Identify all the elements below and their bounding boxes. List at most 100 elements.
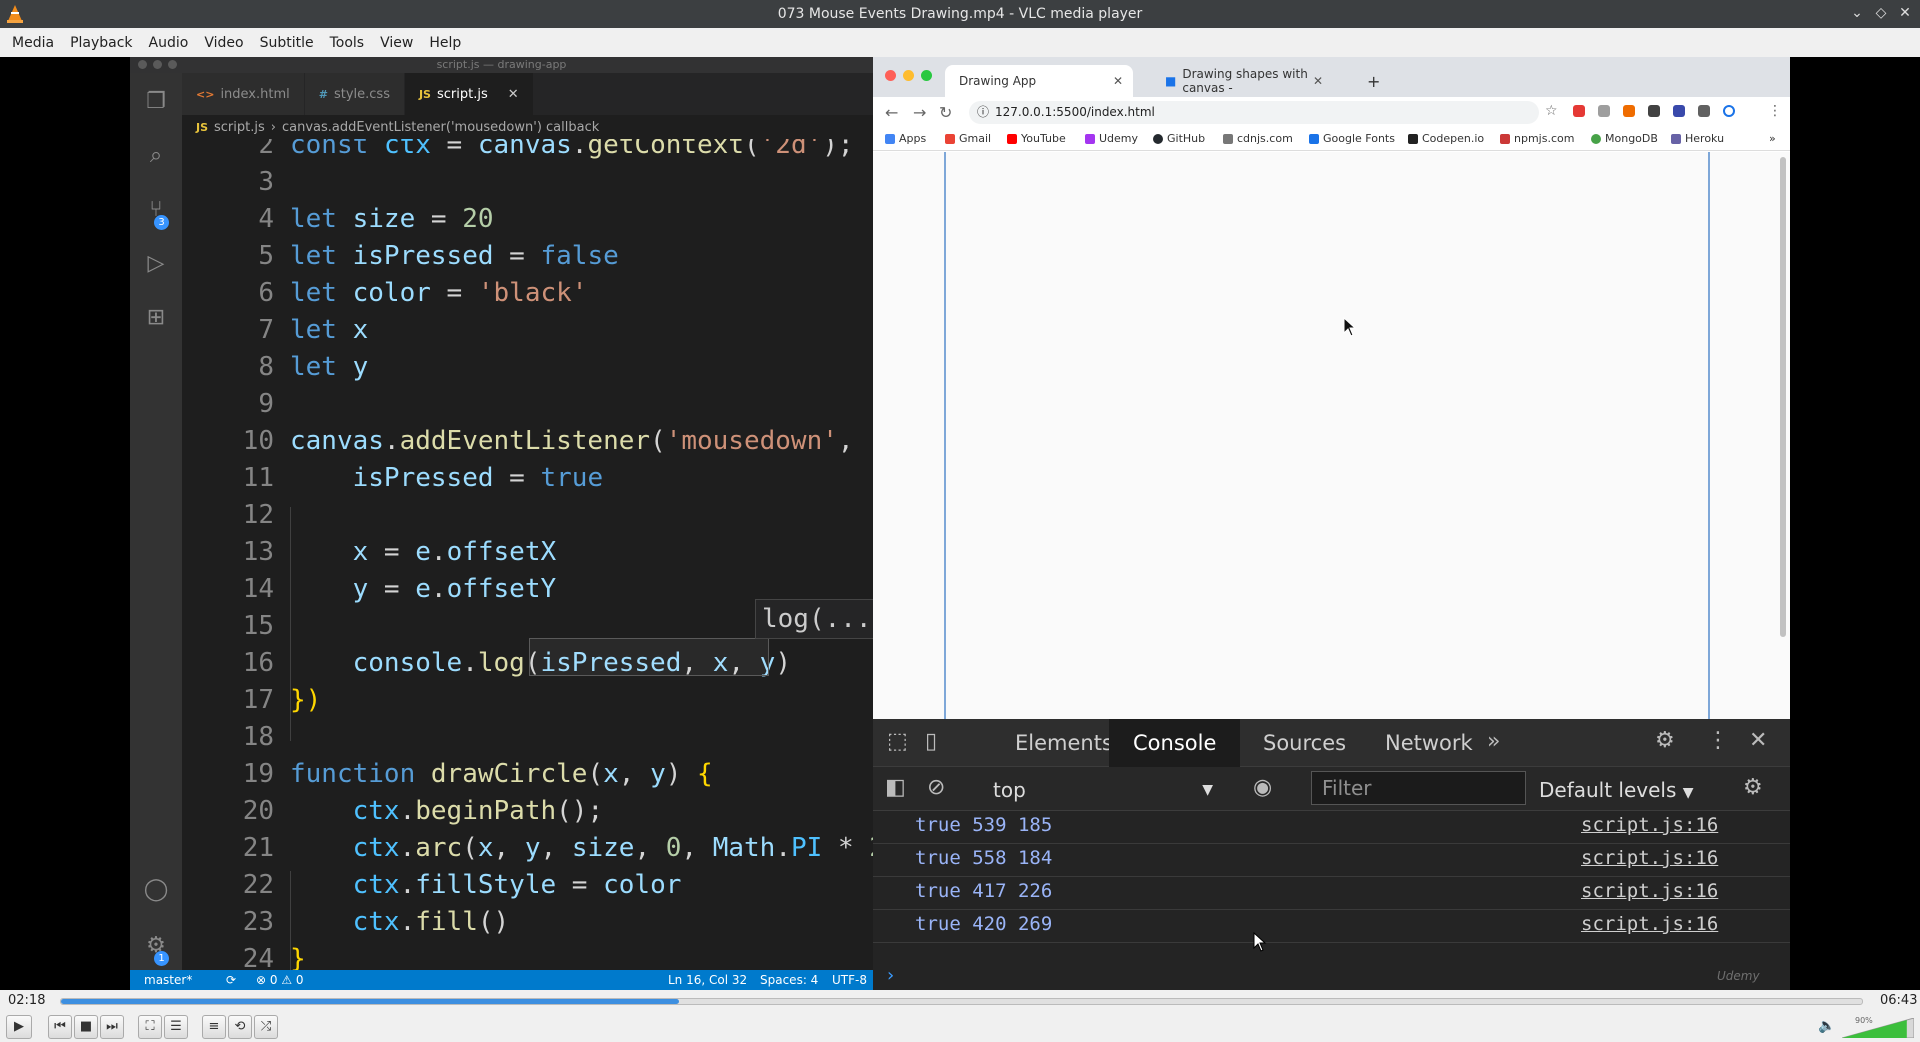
more-bookmarks-icon[interactable]: » (1769, 132, 1776, 145)
menu-tools[interactable]: Tools (322, 35, 373, 51)
source-link[interactable]: script.js:16 (1581, 814, 1718, 836)
tab-style-css[interactable]: # style.css (304, 73, 405, 115)
encoding[interactable]: UTF-8 (832, 973, 867, 987)
play-button[interactable]: ▶ (6, 1015, 32, 1039)
breadcrumb-symbol[interactable]: canvas.addEventListener('mousedown') cal… (282, 120, 599, 135)
loop-button[interactable]: ⟲ (228, 1015, 252, 1039)
extension-icon[interactable] (1673, 105, 1685, 117)
bookmark-star-icon[interactable]: ☆ (1545, 103, 1558, 119)
console-toolbar: ◧ ⊘ top ▼ ◉ Filter Default levels ▼ ⚙ (873, 767, 1790, 811)
log-levels-dropdown[interactable]: Default levels ▼ (1539, 775, 1694, 808)
source-link[interactable]: script.js:16 (1581, 913, 1718, 935)
seek-slider[interactable] (60, 998, 1863, 1005)
more-tabs-icon[interactable]: » (1487, 729, 1500, 754)
inspect-element-icon[interactable]: ⬚ (887, 729, 908, 754)
bookmark-apps[interactable]: Apps (885, 132, 926, 145)
more-options-icon[interactable]: ⋮ (1707, 728, 1729, 753)
tab-sources[interactable]: Sources (1239, 719, 1370, 767)
url-field[interactable]: ⓘ 127.0.0.1:5500/index.html (969, 101, 1539, 124)
minimize-button[interactable]: ⌄ (1850, 4, 1864, 22)
tab-network[interactable]: Network (1361, 719, 1497, 767)
menu-media[interactable]: Media (4, 35, 62, 51)
bookmark-codepen[interactable]: Codepen.io (1408, 132, 1484, 145)
bookmark-udemy[interactable]: Udemy (1085, 132, 1138, 145)
video-frame[interactable]: script.js — drawing-app ❐ ⌕ ⑂ 3 ▷ ⊞ ◯ ⚙ … (0, 57, 1920, 990)
code-line: 6 let color = 'black' (258, 278, 588, 308)
zoom-dot-icon[interactable] (921, 70, 932, 81)
previous-button[interactable]: ⏮ (48, 1015, 72, 1039)
tab-console[interactable]: Console (1109, 719, 1241, 767)
breadcrumb-file[interactable]: script.js (214, 120, 265, 135)
extended-settings-button[interactable]: ☰ (164, 1015, 188, 1039)
menu-help[interactable]: Help (421, 35, 469, 51)
bookmark-npm[interactable]: npmjs.com (1500, 132, 1574, 145)
extension-icon[interactable] (1573, 105, 1585, 117)
problems-indicator[interactable]: ⊗ 0 ⚠ 0 (256, 973, 304, 987)
tab-script-js[interactable]: JS script.js ✕ (404, 73, 534, 115)
speaker-icon[interactable]: 🔈 (1818, 1018, 1835, 1034)
close-tab-icon[interactable]: ✕ (508, 87, 519, 102)
close-tab-icon[interactable]: ✕ (1113, 74, 1123, 88)
extension-icon[interactable] (1623, 105, 1635, 117)
fullscreen-button[interactable]: ⛶ (138, 1015, 162, 1039)
shuffle-button[interactable]: ⤮ (254, 1015, 278, 1039)
browser-tab-mdn[interactable]: ■ Drawing shapes with canvas - ✕ (1151, 65, 1333, 97)
puzzle-icon[interactable] (1698, 105, 1710, 117)
scrollbar[interactable] (1780, 157, 1786, 637)
close-devtools-icon[interactable]: ✕ (1749, 728, 1767, 753)
reload-icon[interactable]: ↻ (939, 103, 952, 122)
new-tab-button[interactable]: + (1359, 65, 1389, 97)
eye-icon[interactable]: ◉ (1253, 775, 1272, 800)
sidebar-toggle-icon[interactable]: ◧ (885, 775, 906, 800)
bookmark-gmail[interactable]: Gmail (945, 132, 991, 145)
stop-button[interactable]: ■ (74, 1015, 98, 1039)
more-menu-icon[interactable]: ⋮ (1768, 103, 1782, 119)
maximize-button[interactable]: ◇ (1874, 4, 1888, 22)
close-button[interactable]: ✕ (1898, 4, 1912, 22)
close-tab-icon[interactable]: ✕ (1313, 74, 1323, 88)
bookmark-github[interactable]: GitHub (1153, 132, 1205, 145)
code-line: 22 ctx.fillStyle = color (242, 870, 682, 900)
filter-input[interactable]: Filter (1311, 771, 1526, 805)
menu-audio[interactable]: Audio (141, 35, 197, 51)
playlist-button[interactable]: ≡ (202, 1015, 226, 1039)
volume-slider[interactable] (1842, 1018, 1914, 1038)
source-link[interactable]: script.js:16 (1581, 847, 1718, 869)
extension-icon[interactable] (1598, 105, 1610, 117)
bookmark-mongodb[interactable]: MongoDB (1591, 132, 1658, 145)
git-branch[interactable]: master* (144, 973, 192, 987)
page-viewport[interactable] (873, 152, 1790, 719)
console-prompt-icon[interactable]: › (887, 965, 894, 986)
code-editor[interactable]: 2 const ctx = canvas.getContext('2d'); 3 … (182, 139, 873, 975)
udemy-icon (1085, 133, 1095, 144)
indentation[interactable]: Spaces: 4 (760, 973, 818, 987)
menu-view[interactable]: View (372, 35, 421, 51)
tab-title: Drawing App (959, 74, 1037, 88)
source-link[interactable]: script.js:16 (1581, 880, 1718, 902)
clear-console-icon[interactable]: ⊘ (927, 775, 945, 800)
browser-tab-bar: Drawing App ✕ ■ Drawing shapes with canv… (873, 57, 1790, 97)
menu-subtitle[interactable]: Subtitle (252, 35, 322, 51)
menu-video[interactable]: Video (196, 35, 251, 51)
browser-tab-drawing-app[interactable]: Drawing App ✕ (945, 65, 1133, 97)
device-toolbar-icon[interactable]: ▯ (925, 729, 937, 754)
close-dot-icon[interactable] (885, 70, 896, 81)
forward-icon[interactable]: → (913, 103, 926, 122)
console-log-row: true 417 226 script.js:16 (873, 877, 1790, 910)
bookmark-youtube[interactable]: YouTube (1007, 132, 1066, 145)
back-icon[interactable]: ← (885, 103, 898, 122)
console-settings-gear-icon[interactable]: ⚙ (1743, 775, 1763, 800)
settings-gear-icon[interactable]: ⚙ (1655, 728, 1675, 753)
menu-playback[interactable]: Playback (62, 35, 140, 51)
tab-index-html[interactable]: <> index.html (182, 73, 305, 115)
bookmark-google-fonts[interactable]: Google Fonts (1309, 132, 1395, 145)
sync-icon[interactable]: ⟳ (226, 973, 236, 987)
next-button[interactable]: ⏭ (100, 1015, 124, 1039)
bookmark-heroku[interactable]: Heroku (1671, 132, 1724, 145)
minimize-dot-icon[interactable] (903, 70, 914, 81)
bookmark-cdnjs[interactable]: cdnjs.com (1223, 132, 1293, 145)
context-selector[interactable]: top ▼ (993, 775, 1233, 805)
cursor-position[interactable]: Ln 16, Col 32 (668, 973, 747, 987)
extension-icon[interactable] (1648, 105, 1660, 117)
profile-icon[interactable] (1723, 105, 1735, 117)
